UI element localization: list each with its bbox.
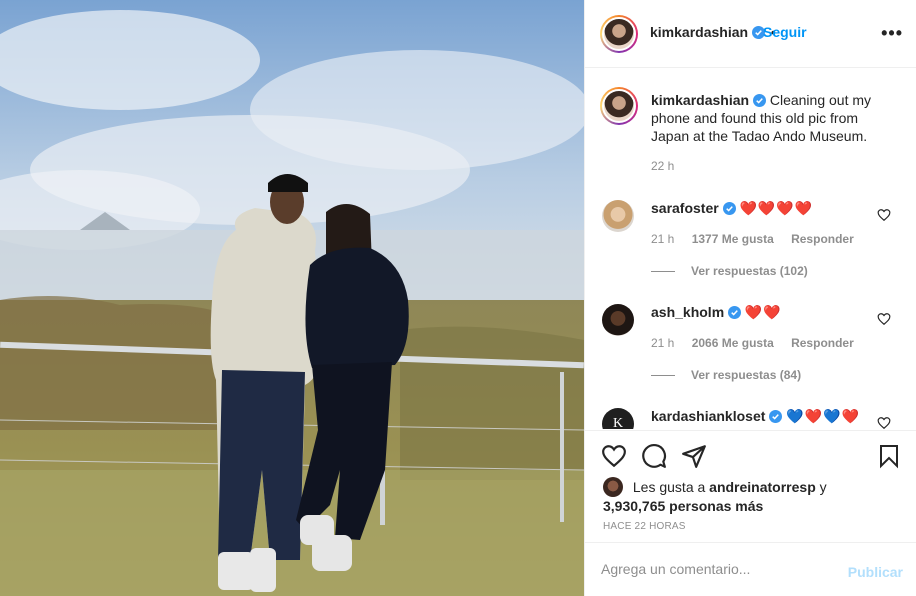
replies-divider bbox=[651, 375, 675, 377]
author-avatar[interactable] bbox=[600, 15, 638, 53]
like-comment-heart-icon[interactable] bbox=[877, 208, 891, 222]
likes-count[interactable]: 3,930,765 personas más bbox=[603, 498, 763, 514]
verified-icon bbox=[728, 306, 742, 319]
likes-prefix: Les gusta a bbox=[632, 479, 706, 495]
reply-button[interactable]: Responder bbox=[791, 336, 854, 350]
comment-bubble-icon[interactable] bbox=[641, 443, 667, 469]
post-timestamp[interactable]: HACE 22 HORAS bbox=[603, 521, 686, 532]
likes-joiner: y bbox=[819, 479, 827, 495]
comment-text: ❤️❤️❤️❤️ bbox=[739, 200, 814, 216]
add-comment-bar: Publicar bbox=[585, 542, 916, 596]
replies-divider bbox=[651, 271, 675, 273]
verified-icon bbox=[769, 410, 783, 423]
more-options-icon[interactable]: ••• bbox=[881, 23, 903, 44]
comment-item: sarafoster ❤️❤️❤️❤️ 21 h 1377 Me gusta R… bbox=[585, 200, 916, 300]
comment-item: ash_kholm ❤️❤️ 21 h 2066 Me gusta Respon… bbox=[585, 304, 916, 404]
comment-input[interactable] bbox=[601, 557, 841, 581]
comment-meta: 21 h 1377 Me gusta Responder bbox=[651, 232, 854, 246]
comment-text: ❤️❤️ bbox=[744, 304, 782, 320]
post-actions: Les gusta a andreinatorresp y 3,930,765 … bbox=[585, 430, 916, 542]
author-username-row: kimkardashian • bbox=[650, 24, 778, 40]
view-replies-label: Ver respuestas (84) bbox=[691, 368, 802, 382]
post-photo[interactable] bbox=[0, 0, 584, 596]
caption-time: 22 h bbox=[651, 159, 675, 173]
publish-button[interactable]: Publicar bbox=[848, 564, 903, 580]
follow-button[interactable]: Seguir bbox=[763, 24, 807, 40]
photo-scene bbox=[0, 0, 584, 596]
verified-icon bbox=[752, 94, 766, 107]
comments-list[interactable]: kimkardashian Cleaning out my phone and … bbox=[585, 69, 916, 429]
comment-meta: 21 h 2066 Me gusta Responder bbox=[651, 336, 854, 350]
like-comment-heart-icon[interactable] bbox=[877, 312, 891, 326]
caption-username[interactable]: kimkardashian bbox=[651, 92, 749, 108]
comment-time: 21 h bbox=[651, 232, 675, 246]
comment-body: kardashiankloset 💙❤️💙❤️ bbox=[651, 408, 860, 425]
post-side-panel: kimkardashian • Seguir ••• kimkardashian… bbox=[584, 0, 916, 596]
likes-summary: Les gusta a andreinatorresp y 3,930,765 … bbox=[603, 477, 827, 515]
like-heart-icon[interactable] bbox=[601, 443, 627, 469]
caption-avatar[interactable] bbox=[600, 87, 638, 125]
comment-body: sarafoster ❤️❤️❤️❤️ bbox=[651, 200, 813, 217]
view-replies-button[interactable]: Ver respuestas (102) bbox=[651, 264, 808, 278]
verified-icon bbox=[722, 202, 736, 215]
comment-username[interactable]: ash_kholm bbox=[651, 304, 724, 320]
author-username[interactable]: kimkardashian bbox=[650, 24, 748, 40]
comment-likes[interactable]: 1377 Me gusta bbox=[692, 232, 774, 246]
save-bookmark-icon[interactable] bbox=[877, 443, 901, 469]
view-replies-button[interactable]: Ver respuestas (84) bbox=[651, 368, 801, 382]
comment-username[interactable]: kardashiankloset bbox=[651, 408, 765, 424]
comment-body: ash_kholm ❤️❤️ bbox=[651, 304, 782, 321]
liker-username[interactable]: andreinatorresp bbox=[709, 479, 816, 495]
caption: kimkardashian Cleaning out my phone and … bbox=[651, 91, 881, 175]
comment-likes[interactable]: 2066 Me gusta bbox=[692, 336, 774, 350]
comment-time: 21 h bbox=[651, 336, 675, 350]
comment-text: 💙❤️💙❤️ bbox=[786, 408, 860, 424]
reply-button[interactable]: Responder bbox=[791, 232, 854, 246]
comment-item: K kardashiankloset 💙❤️💙❤️ bbox=[585, 408, 916, 429]
commenter-avatar[interactable]: K bbox=[602, 408, 634, 429]
comment-username[interactable]: sarafoster bbox=[651, 200, 719, 216]
commenter-avatar[interactable] bbox=[602, 200, 634, 232]
commenter-avatar[interactable] bbox=[602, 304, 634, 336]
post-header: kimkardashian • Seguir ••• bbox=[585, 0, 916, 68]
view-replies-label: Ver respuestas (102) bbox=[691, 264, 808, 278]
like-comment-heart-icon[interactable] bbox=[877, 416, 891, 429]
liker-avatar[interactable] bbox=[603, 477, 623, 497]
share-send-icon[interactable] bbox=[681, 443, 707, 469]
